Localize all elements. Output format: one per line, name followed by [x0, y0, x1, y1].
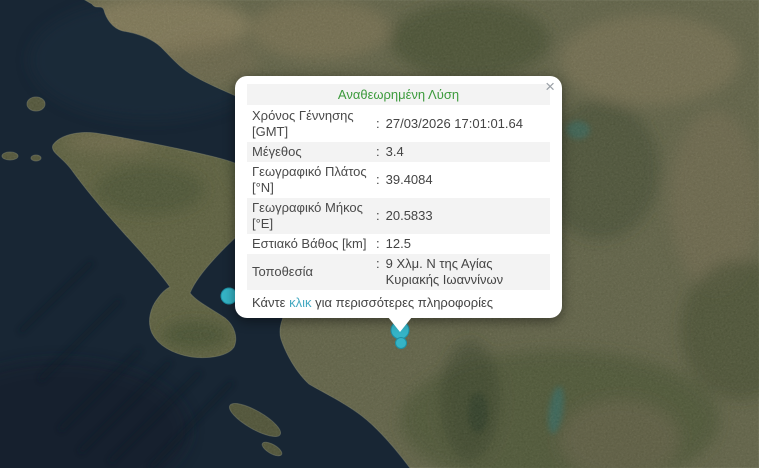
popup-tail-pointer [388, 317, 412, 332]
close-icon[interactable]: × [545, 78, 555, 95]
row-label: Γεωγραφικό Μήκος [°E] [252, 200, 374, 232]
table-row-depth: Εστιακό Βάθος [km] :12.5 [247, 234, 550, 254]
table-row-origin-time: Χρόνος Γέννησης [GMT] :27/03/2026 17:01:… [247, 106, 550, 142]
longitude-value: 20.5833 [386, 208, 545, 224]
magnitude-value: 3.4 [386, 144, 545, 160]
row-label: Μέγεθος [252, 144, 374, 160]
table-row-location: Τοποθεσία :9 Χλμ. N της Αγίας Κυριακής Ι… [247, 254, 550, 290]
colon-separator: : [376, 236, 380, 252]
depth-value: 12.5 [386, 236, 545, 252]
latitude-value: 39.4084 [386, 172, 545, 188]
row-label: Εστιακό Βάθος [km] [252, 236, 374, 252]
colon-separator: : [376, 116, 380, 132]
colon-separator: : [376, 144, 380, 160]
epicenter-marker-secondary[interactable] [396, 338, 407, 349]
table-row-magnitude: Μέγεθος :3.4 [247, 142, 550, 162]
earthquake-info-popup: × Αναθεωρημένη Λύση Χρόνος Γέννησης [GMT… [235, 76, 562, 318]
popup-title: Αναθεωρημένη Λύση [247, 84, 550, 105]
colon-separator: : [376, 256, 380, 272]
colon-separator: : [376, 172, 380, 188]
table-row-longitude: Γεωγραφικό Μήκος [°E] :20.5833 [247, 198, 550, 234]
footer-text: για περισσότερες πληροφορίες [311, 295, 493, 310]
popup-footer: Κάντε κλικ για περισσότερες πληροφορίες [245, 290, 552, 312]
map-application: × Αναθεωρημένη Λύση Χρόνος Γέννησης [GMT… [0, 0, 759, 468]
origin-time-value: 27/03/2026 17:01:01.64 [386, 116, 545, 132]
footer-text: Κάντε [252, 295, 289, 310]
earthquake-data-table: Χρόνος Γέννησης [GMT] :27/03/2026 17:01:… [247, 106, 550, 290]
table-row-latitude: Γεωγραφικό Πλάτος [°N] :39.4084 [247, 162, 550, 198]
row-label: Γεωγραφικό Πλάτος [°N] [252, 164, 374, 196]
more-info-link[interactable]: κλικ [289, 295, 311, 310]
location-value: 9 Χλμ. N της Αγίας Κυριακής Ιωαννίνων [386, 256, 545, 288]
row-label: Χρόνος Γέννησης [GMT] [252, 108, 374, 140]
colon-separator: : [376, 208, 380, 224]
row-label: Τοποθεσία [252, 264, 374, 280]
